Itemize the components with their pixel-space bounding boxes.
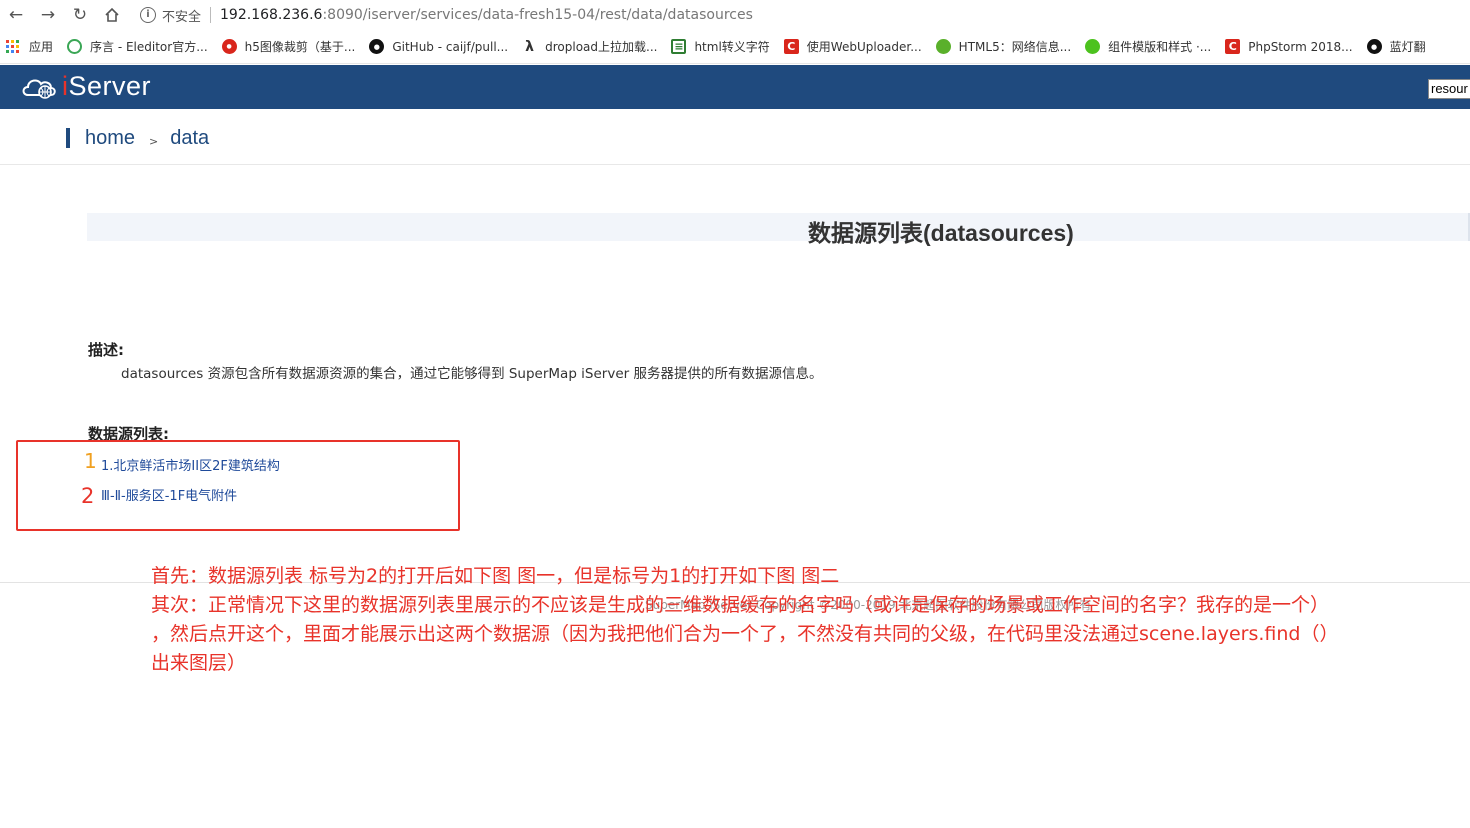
bookmark-label: html转义字符 <box>694 40 770 54</box>
bookmark-item[interactable]: ● h5图像裁剪（基于... <box>221 38 356 55</box>
url-field[interactable]: 192.168.236.6:8090/iserver/services/data… <box>220 7 753 23</box>
address-divider <box>210 7 212 23</box>
wechat-icon <box>1085 39 1101 54</box>
breadcrumb: home > data <box>66 125 209 151</box>
csdn-icon: C <box>783 39 799 54</box>
apps-grid-icon <box>6 40 19 53</box>
page-title: 数据源列表(datasources) <box>808 220 1074 246</box>
breadcrumb-marker <box>66 128 70 148</box>
home-icon[interactable] <box>96 0 128 30</box>
cloud-globe-icon <box>20 73 58 101</box>
address-bar: ← → ↻ i 不安全 192.168.236.6:8090/iserver/s… <box>0 0 1470 30</box>
bookmark-label: 使用WebUploader... <box>806 40 922 54</box>
bookmark-label: h5图像裁剪（基于... <box>244 40 356 54</box>
breadcrumb-divider <box>0 164 1470 165</box>
url-host: 192.168.236.6 <box>220 7 323 23</box>
github-icon: ● <box>1366 39 1382 54</box>
bookmark-label: HTML5：网络信息... <box>958 40 1072 54</box>
description-text: datasources 资源包含所有数据源资源的集合，通过它能够得到 Super… <box>121 366 823 382</box>
logo-wordmark: iServer <box>62 71 152 101</box>
dropload-icon: λ <box>525 38 535 55</box>
reload-icon[interactable]: ↻ <box>64 0 96 30</box>
bookmark-item[interactable]: ≡ html转义字符 <box>671 38 770 55</box>
bookmark-item[interactable]: ● GitHub - caijf/pull... <box>369 39 508 54</box>
breadcrumb-separator: > <box>149 134 159 148</box>
bookmark-label: dropload上拉加载... <box>545 40 658 54</box>
bookmark-item[interactable]: 应用 <box>0 38 53 55</box>
annotation-line-2: 其次：正常情况下这里的数据源列表里展示的不应该是生成的三维数据缓存的名字吗（或许… <box>151 594 1330 616</box>
iserver-header: iServer resour <box>0 65 1470 109</box>
annotation-line-1: 首先：数据源列表 标号为2的打开后如下图 图一，但是标号为1的打开如下图 图二 <box>151 565 840 587</box>
breadcrumb-data-link[interactable]: data <box>170 127 209 150</box>
back-arrow-icon[interactable]: ← <box>0 0 32 30</box>
title-band <box>87 213 1470 241</box>
bookmark-label: GitHub - caijf/pull... <box>392 39 509 54</box>
bookmark-label: 应用 <box>29 40 54 54</box>
url-path: :8090/iserver/services/data-fresh15-04/r… <box>322 7 753 23</box>
github-icon: ● <box>369 39 385 54</box>
bookmark-label: PhpStorm 2018... <box>1248 39 1353 54</box>
info-icon[interactable]: i <box>140 7 156 23</box>
html-escape-icon: ≡ <box>671 39 687 54</box>
bookmark-item[interactable]: ● 蓝灯翻 <box>1366 38 1426 55</box>
annotation-note: 首先：数据源列表 标号为2的打开后如下图 图一，但是标号为1的打开如下图 图二 … <box>151 562 1451 678</box>
bookmark-label: 序言 - Eleditor官方... <box>90 40 208 54</box>
forward-arrow-icon[interactable]: → <box>32 0 64 30</box>
bookmark-item[interactable]: C PhpStorm 2018... <box>1225 39 1353 54</box>
bookmark-label: 蓝灯翻 <box>1389 40 1426 54</box>
description-heading: 描述: <box>88 341 124 359</box>
bookmark-item[interactable]: C 使用WebUploader... <box>783 38 922 55</box>
bookmarks-bar: 应用 序言 - Eleditor官方... ● h5图像裁剪（基于... ● GitHub… <box>0 30 1470 64</box>
annotation-number-1: 1 <box>84 449 97 473</box>
bookmark-item[interactable]: λ dropload上拉加载... <box>522 38 657 55</box>
breadcrumb-home-link[interactable]: home <box>85 127 135 150</box>
csdn-icon: C <box>1225 39 1241 54</box>
eleditor-icon <box>67 39 83 54</box>
bookmark-item[interactable]: 序言 - Eleditor官方... <box>67 38 208 55</box>
h5-crop-icon: ● <box>221 39 237 54</box>
leaf-icon <box>935 39 951 54</box>
annotation-number-2: 2 <box>81 484 95 508</box>
bookmark-label: 组件模版和样式 ·... <box>1108 40 1212 54</box>
iserver-logo[interactable]: iServer <box>20 71 151 102</box>
bookmark-item[interactable]: HTML5：网络信息... <box>935 38 1072 55</box>
annotation-line-3: ，然后点开这个，里面才能展示出这两个数据源（因为我把他们合为一个了，不然没有共同… <box>151 623 1339 645</box>
insecure-label[interactable]: 不安全 <box>162 6 201 25</box>
bookmark-item[interactable]: 组件模版和样式 ·... <box>1085 38 1211 55</box>
resource-search-input[interactable]: resour <box>1428 79 1470 99</box>
annotation-line-4: 出来图层） <box>151 652 247 674</box>
